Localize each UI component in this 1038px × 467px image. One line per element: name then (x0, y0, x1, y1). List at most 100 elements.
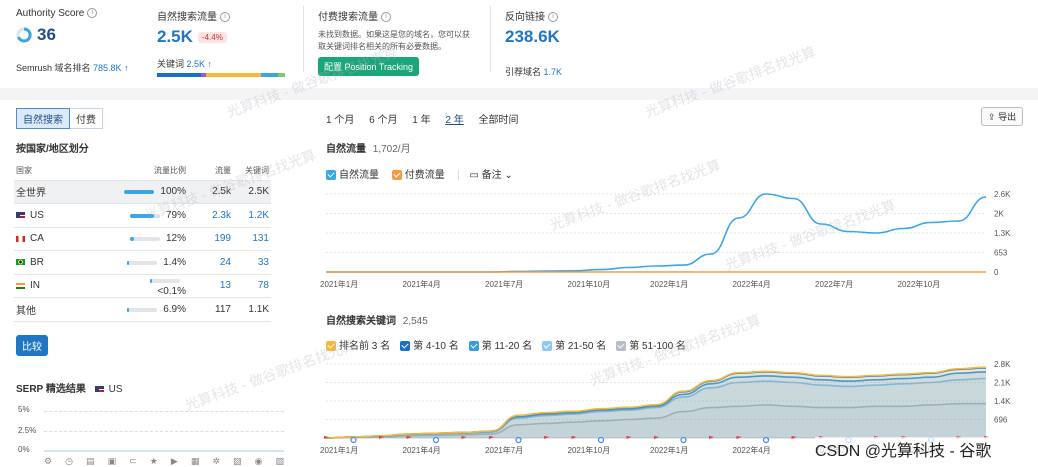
google-update-icon[interactable] (762, 436, 770, 444)
y-tick-label: 2.6K (994, 190, 1011, 199)
checkbox-icon[interactable] (326, 341, 336, 352)
x-tick-label: 2021年1月 (320, 279, 358, 289)
note-flag-icon[interactable] (406, 436, 412, 443)
gear-icon[interactable]: ✲ (212, 456, 220, 467)
legend-kw-1[interactable]: 第 4-10 名 (400, 337, 459, 352)
x-tick-label: 2021年1月 (320, 445, 358, 455)
table-header: 国家 流量比例 流量 关键词 (14, 162, 271, 181)
checkbox-icon[interactable] (400, 341, 411, 352)
configure-tracking-button[interactable]: 配置 Position Tracking (318, 57, 420, 76)
traffic-value[interactable]: 2.3k (186, 203, 231, 228)
share-bar-fill (129, 213, 154, 218)
tab-organic[interactable]: 自然搜索 (16, 108, 70, 129)
table-row[interactable]: IN <0.1% 13 78 (14, 274, 271, 298)
traffic-chart[interactable]: 2.6K 2K 1.3K 653 0 2021年1月 2021年4月 2021年7月 2021年… (320, 188, 1020, 298)
organic-value[interactable]: 2.5K (157, 27, 193, 47)
note-flag-icon[interactable] (709, 436, 714, 443)
traffic-chart-count: 1,702/月 (372, 144, 411, 155)
share-bar-fill (127, 260, 130, 265)
traffic-value[interactable]: 13 (186, 274, 231, 298)
range-1y[interactable]: 1 年 (412, 115, 430, 126)
ref-domains-value[interactable]: 1.7K (544, 67, 563, 77)
share-value: 6.9% (163, 303, 186, 315)
legend-kw-2[interactable]: 第 11-20 名 (468, 337, 532, 352)
table-row[interactable]: US 79% 2.3k 1.2K (14, 203, 271, 228)
checkbox-icon[interactable] (326, 170, 336, 181)
traffic-value[interactable]: 24 (186, 250, 231, 275)
range-all[interactable]: 全部时间 (479, 115, 519, 126)
br-flag-icon (16, 259, 25, 266)
news-icon[interactable]: ▦ (191, 456, 200, 467)
paid-desc-2: 取关键词排名相关的所有必要数据。 (318, 42, 446, 51)
table-row[interactable]: CA 12% 199 131 (14, 227, 271, 251)
note-flag-icon[interactable] (571, 436, 577, 443)
google-update-icon[interactable] (597, 436, 605, 444)
share-bar-fill (129, 237, 134, 242)
tab-paid[interactable]: 付费 (70, 108, 103, 129)
image-icon[interactable]: ▣ (108, 456, 117, 467)
table-row[interactable]: 全世界 100% 2.5k 2.5K (14, 180, 271, 204)
notes-dropdown[interactable]: ▭ 备注 ⌄ (469, 166, 512, 181)
us-flag-icon (94, 386, 104, 393)
link-icon[interactable]: ⊂ (129, 456, 137, 467)
gallery-icon[interactable]: ▨ (233, 456, 242, 467)
legend-paid-label: 付费流量 (404, 170, 445, 181)
info-icon[interactable]: i (220, 12, 230, 23)
keywords-value[interactable]: 78 (231, 274, 271, 298)
note-flag-icon[interactable] (324, 436, 329, 443)
semrush-rank-value[interactable]: 785.8K ↑ (93, 63, 129, 73)
keywords-value[interactable]: 131 (231, 227, 271, 251)
range-6m[interactable]: 6 个月 (369, 115, 397, 126)
metric-backlinks: 反向链接 i 238.6K 引荐域名 1.7K (505, 8, 645, 78)
star-icon[interactable]: ★ (150, 456, 158, 467)
range-2y[interactable]: 2 年 (445, 115, 463, 126)
note-flag-icon[interactable] (544, 436, 549, 443)
info-icon[interactable]: i (548, 12, 558, 23)
export-button[interactable]: ⇪ 导出 (981, 107, 1024, 126)
info-icon[interactable]: i (87, 8, 98, 19)
note-flag-icon[interactable] (736, 436, 742, 443)
keywords-value[interactable]: 1.2K (231, 203, 271, 228)
range-1m[interactable]: 1 个月 (326, 115, 354, 126)
backlinks-value[interactable]: 238.6K (505, 27, 560, 46)
keywords-legend: 排名前 3 名 第 4-10 名 第 11-20 名 第 21-50 名 第 51-10… (326, 337, 696, 352)
table-row[interactable]: BR 1.4% 24 33 (14, 250, 271, 275)
badge-icon[interactable]: ⚙ (44, 456, 52, 467)
section-separator (0, 88, 1038, 100)
keywords-value[interactable]: 33 (231, 250, 271, 275)
legend-kw-4[interactable]: 第 51-100 名 (616, 337, 686, 352)
note-flag-icon[interactable] (489, 436, 494, 443)
organic-kw-value[interactable]: 2.5K ↑ (187, 59, 213, 69)
country-name: 全世界 (16, 188, 46, 200)
shopping-icon[interactable]: ▧ (275, 456, 284, 467)
checkbox-icon[interactable] (542, 341, 553, 352)
keywords-chart-count: 2,545 (402, 316, 428, 327)
note-flag-icon[interactable] (791, 436, 797, 443)
legend-kw-3[interactable]: 第 21-50 名 (542, 337, 606, 352)
google-update-icon[interactable] (350, 436, 357, 444)
info-icon[interactable]: i (381, 12, 391, 23)
google-update-icon[interactable] (680, 436, 687, 444)
note-flag-icon[interactable] (626, 436, 632, 443)
legend-organic[interactable]: 自然流量 (326, 166, 379, 181)
clock-icon[interactable]: ◷ (65, 456, 73, 467)
google-update-icon[interactable] (515, 436, 522, 444)
checkbox-icon[interactable] (468, 341, 479, 352)
note-flag-icon[interactable] (654, 436, 659, 443)
serp-country: US (108, 384, 123, 395)
legend-paid[interactable]: 付费流量 (391, 166, 445, 181)
traffic-value[interactable]: 199 (186, 227, 231, 251)
share-value: 12% (165, 233, 186, 245)
video-icon[interactable]: ◉ (255, 456, 263, 467)
checkbox-icon[interactable] (391, 170, 402, 181)
note-flag-icon[interactable] (461, 436, 467, 443)
table-row[interactable]: 其他 6.9% 117 1.1K (14, 297, 271, 322)
legend-kw-0[interactable]: 排名前 3 名 (326, 337, 390, 352)
watermark: 光算科技 - 做谷歌排名找光算 (642, 43, 818, 121)
note-flag-icon[interactable] (379, 436, 384, 443)
doc-icon[interactable]: ▤ (86, 456, 95, 467)
compare-button[interactable]: 比较 (16, 335, 48, 356)
checkbox-icon[interactable] (616, 341, 627, 352)
google-update-icon[interactable] (432, 436, 440, 444)
play-icon[interactable]: ▶ (171, 456, 178, 467)
